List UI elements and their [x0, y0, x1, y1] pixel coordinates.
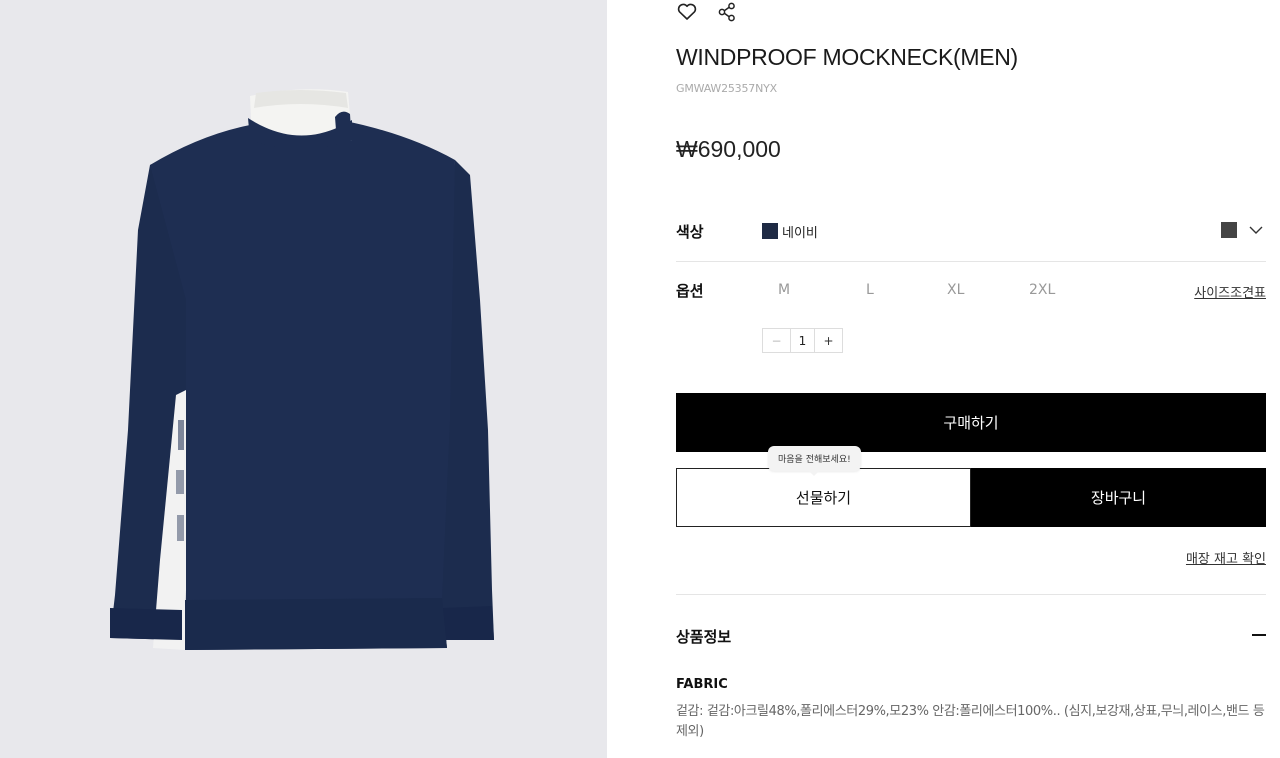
selected-color-name: 네이비: [782, 226, 818, 241]
store-stock-link[interactable]: 매장 재고 확인: [1186, 548, 1266, 567]
product-image: [0, 0, 607, 758]
product-price: ₩690,000: [676, 136, 781, 162]
size-option-xl[interactable]: XL: [947, 282, 964, 298]
size-option-m[interactable]: M: [778, 282, 790, 298]
size-option-2xl[interactable]: 2XL: [1029, 282, 1055, 298]
color-dropdown[interactable]: [1221, 222, 1263, 238]
product-sku: GMWAW25357NYX: [676, 82, 777, 95]
size-chart-link[interactable]: 사이즈조견표: [1194, 282, 1266, 301]
option-label: 옵션: [676, 282, 704, 300]
quantity-value[interactable]: 1: [790, 329, 815, 352]
divider: [676, 594, 1266, 595]
chevron-down-icon: [1249, 226, 1263, 234]
color-swatch: [762, 223, 778, 239]
buy-button[interactable]: 구매하기: [676, 393, 1266, 452]
cart-button[interactable]: 장바구니: [971, 468, 1266, 527]
fabric-description: 겉감: 겉감:아크릴48%,폴리에스터29%,모23% 안감:폴리에스터100%…: [676, 704, 1265, 739]
share-icon[interactable]: [716, 1, 738, 23]
fabric-label: FABRIC: [676, 677, 728, 692]
heart-icon[interactable]: [676, 1, 698, 23]
quantity-increase-button[interactable]: +: [815, 329, 842, 352]
color-label: 색상: [676, 223, 704, 241]
product-title: WINDPROOF MOCKNECK(MEN): [676, 44, 1018, 70]
gift-tooltip: 마음을 전해보세요!: [768, 446, 861, 476]
quantity-stepper: − 1 +: [762, 328, 843, 353]
gift-button[interactable]: 선물하기: [676, 468, 971, 527]
size-option-l[interactable]: L: [866, 282, 874, 298]
color-dropdown-swatch: [1221, 222, 1237, 238]
product-info-title: 상품정보: [676, 628, 732, 646]
quantity-decrease-button[interactable]: −: [763, 329, 790, 352]
divider: [676, 261, 1266, 262]
sweater-illustration: [110, 89, 494, 650]
collapse-icon[interactable]: [1252, 634, 1266, 636]
product-actions: [676, 0, 738, 24]
product-info-panel: WINDPROOF MOCKNECK(MEN) GMWAW25357NYX ₩6…: [676, 0, 1266, 758]
